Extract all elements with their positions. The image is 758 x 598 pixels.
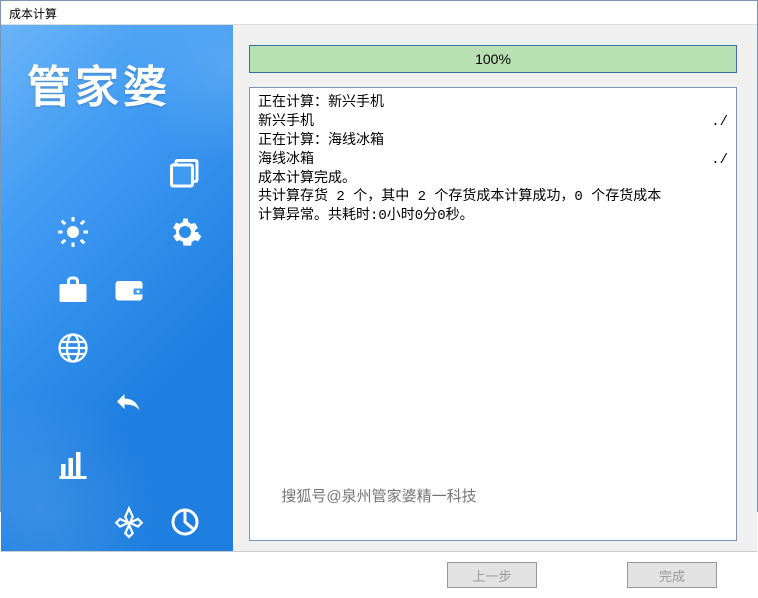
button-bar: 上一步 完成: [1, 551, 757, 598]
finish-button[interactable]: 完成: [627, 562, 717, 588]
prev-button[interactable]: 上一步: [447, 562, 537, 588]
main-panel: 100% 正在计算：新兴手机新兴手机./正在计算：海线冰箱海线冰箱./成本计算完…: [233, 25, 757, 551]
content-area: 管家婆: [1, 25, 757, 551]
sun-icon: [55, 214, 91, 250]
window-title: 成本计算: [1, 1, 757, 25]
sidebar: 管家婆: [1, 25, 233, 551]
log-line: 成本计算完成。: [258, 170, 728, 189]
star-icon: [111, 504, 147, 540]
log-line: 共计算存货 2 个，其中 2 个存货成本计算成功，0 个存货成本: [258, 188, 728, 207]
log-line: 计算异常。共耗时:0小时0分0秒。: [258, 207, 728, 226]
pie-chart-icon: [167, 504, 203, 540]
cost-calc-window: 成本计算 管家婆: [0, 0, 758, 512]
brand-logo: 管家婆: [1, 25, 233, 115]
log-line: 正在计算：新兴手机: [258, 94, 728, 113]
bar-chart-icon: [55, 446, 91, 482]
wallet-icon: [111, 272, 147, 308]
globe-icon: [55, 330, 91, 366]
progress-label: 100%: [475, 51, 511, 67]
log-line: 海线冰箱./: [258, 151, 728, 170]
sidebar-icon-grid: [45, 145, 233, 551]
stack-icon: [167, 156, 203, 192]
log-line: 新兴手机./: [258, 113, 728, 132]
progress-bar: 100%: [249, 45, 737, 73]
briefcase-icon: [55, 272, 91, 308]
log-line: 正在计算：海线冰箱: [258, 132, 728, 151]
gear-icon: [167, 214, 203, 250]
undo-icon: [111, 388, 147, 424]
log-output[interactable]: 正在计算：新兴手机新兴手机./正在计算：海线冰箱海线冰箱./成本计算完成。共计算…: [249, 87, 737, 541]
